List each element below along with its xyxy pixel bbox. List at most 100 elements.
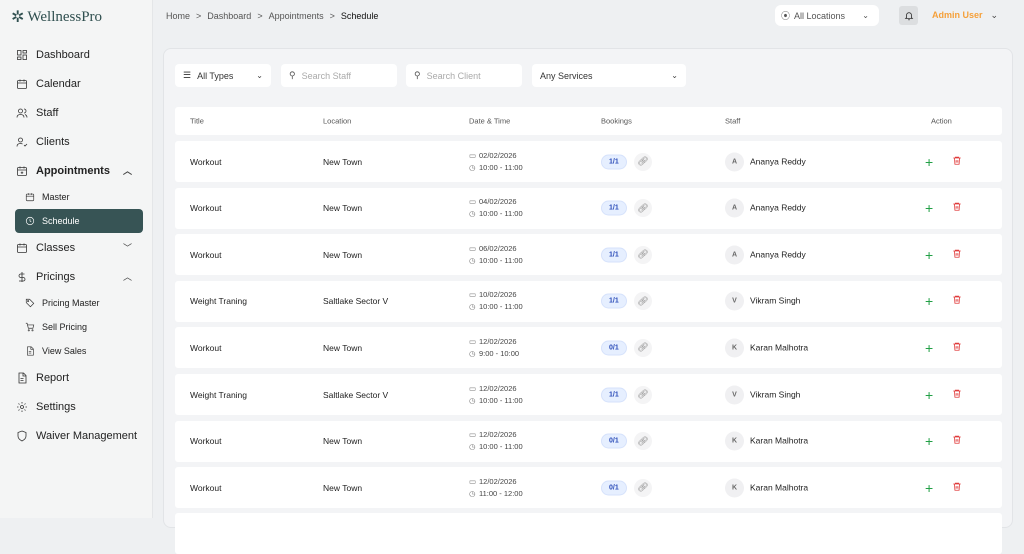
add-button[interactable]: + [925,247,933,263]
chevron-down-icon: ⌄ [990,10,999,20]
bookings-badge[interactable]: 1/1 [601,387,627,402]
staff-icon [16,108,28,118]
sidebar-item-label: Waiver Management [36,429,138,442]
add-button[interactable]: + [925,387,933,403]
row-date: 02/02/2026 [479,150,517,160]
row-date-time: ▭ 12/02/2026 ◷ 10:00 - 11:00 [469,383,523,407]
sidebar-item-label: Staff [36,106,59,119]
breadcrumb-dashboard[interactable]: Dashboard [207,11,251,21]
trash-icon [953,389,961,398]
sidebar-item-calendar[interactable]: Calendar [0,69,153,98]
delete-button[interactable] [952,388,962,401]
row-title: Workout [190,203,222,214]
add-button[interactable]: + [925,340,933,356]
sidebar-item-pricings[interactable]: Pricings ︿ [0,262,153,291]
row-date-time: ▭ 04/02/2026 ◷ 10:00 - 11:00 [469,196,523,220]
link-button[interactable]: 🔗︎ [634,199,652,218]
bookings-badge[interactable]: 0/1 [601,433,627,449]
sidebar-item-master[interactable]: Master [0,185,153,209]
chevron-down-icon: ⌄ [671,71,678,80]
header-title: Title [190,116,204,126]
link-icon: 🔗︎ [637,435,649,446]
add-button[interactable]: + [925,293,933,309]
client-search-input[interactable]: ⚲ Search Client [406,64,522,87]
delete-button[interactable] [952,481,962,494]
link-button[interactable]: 🔗︎ [634,245,652,264]
sidebar-item-label: Calendar [36,77,81,90]
sidebar-item-label: Schedule [42,216,80,226]
row-title: Weight Traning [190,389,248,400]
sidebar-item-waiver-management[interactable]: Waiver Management [0,421,153,450]
add-button[interactable]: + [925,433,933,449]
sidebar-item-label: Master [42,192,70,202]
staff-search-input[interactable]: ⚲ Search Staff [281,64,397,87]
breadcrumb-appointments[interactable]: Appointments [269,11,324,21]
breadcrumb-home[interactable]: Home [166,11,190,21]
delete-button[interactable] [952,202,962,215]
delete-button[interactable] [952,295,962,308]
link-icon: 🔗︎ [637,295,649,306]
calendar-icon [17,243,27,253]
sidebar-item-clients[interactable]: Clients [0,127,153,156]
clock-icon: ◷ [469,302,476,312]
link-button[interactable]: 🔗︎ [634,338,652,357]
row-time: 10:00 - 11:00 [479,395,523,405]
row-staff: V Vikram Singh [725,291,800,311]
add-button[interactable]: + [925,200,933,216]
shield-icon [17,430,27,441]
row-location: New Town [323,342,363,353]
header-date-time: Date & Time [469,116,511,126]
sidebar-item-settings[interactable]: Settings [0,392,153,421]
sidebar-item-sell-pricing[interactable]: Sell Pricing [0,315,153,339]
link-button[interactable]: 🔗︎ [634,385,652,404]
logo[interactable]: ✲ WellnessPro [11,7,102,27]
row-date-time: ▭ 12/02/2026 ◷ 10:00 - 11:00 [469,429,523,453]
bookings-badge[interactable]: 1/1 [601,293,627,309]
row-time: 10:00 - 11:00 [479,255,523,265]
sidebar-item-report[interactable]: Report [0,363,153,392]
bookings-badge[interactable]: 1/1 [601,200,627,216]
calendar-icon: ▭ [469,430,477,440]
link-button[interactable]: 🔗︎ [634,292,652,311]
sidebar-item-classes[interactable]: Classes ﹀ [0,233,153,262]
delete-button[interactable] [952,435,962,448]
row-title: Workout [190,342,222,353]
link-button[interactable]: 🔗︎ [634,152,652,171]
calendar-icon [17,79,27,89]
sidebar-item-dashboard[interactable]: Dashboard [0,40,153,69]
calendar-icon: ▭ [469,243,477,253]
clock-icon: ◷ [469,395,476,405]
list-icon: ☰ [183,70,192,80]
location-select[interactable]: ⦿ All Locations ⌄ [775,5,879,26]
services-filter[interactable]: Any Services ⌄ [532,64,686,87]
bookings-badge[interactable]: 0/1 [601,480,627,496]
row-location: New Town [323,482,363,493]
row-date: 12/02/2026 [479,430,517,440]
sidebar-item-appointments[interactable]: Appointments ︿ [0,156,153,185]
staff-name: Ananya Reddy [750,155,806,166]
type-filter[interactable]: ☰ All Types ⌄ [175,64,271,87]
delete-button[interactable] [952,248,962,261]
notifications-button[interactable] [899,6,918,25]
link-button[interactable]: 🔗︎ [634,432,652,451]
delete-button[interactable] [952,341,962,354]
calendar-icon: ▭ [469,150,477,160]
bookings-badge[interactable]: 0/1 [601,340,627,356]
bookings-badge[interactable]: 1/1 [601,247,627,263]
add-button[interactable]: + [925,480,933,496]
chevron-down-icon: ⌄ [256,71,263,80]
table-row: Workout New Town ▭ 06/02/2026 ◷ 10:00 - 11:… [175,234,1002,276]
sidebar-item-pricing-master[interactable]: Pricing Master [0,291,153,315]
bookings-badge[interactable]: 1/1 [601,154,627,169]
avatar: A [725,152,744,171]
user-menu[interactable]: Admin User ⌄ [932,10,998,21]
sidebar-item-staff[interactable]: Staff [0,98,153,127]
sidebar-item-view-sales[interactable]: View Sales [0,339,153,363]
sidebar-item-schedule[interactable]: Schedule [15,209,143,233]
add-button[interactable]: + [925,154,933,170]
avatar: K [725,338,744,358]
link-button[interactable]: 🔗︎ [634,478,652,497]
sidebar-item-label: Report [36,371,70,384]
table-row: Weight Traning Saltlake Sector V ▭ 10/02/… [175,280,1002,322]
delete-button[interactable] [952,155,962,168]
